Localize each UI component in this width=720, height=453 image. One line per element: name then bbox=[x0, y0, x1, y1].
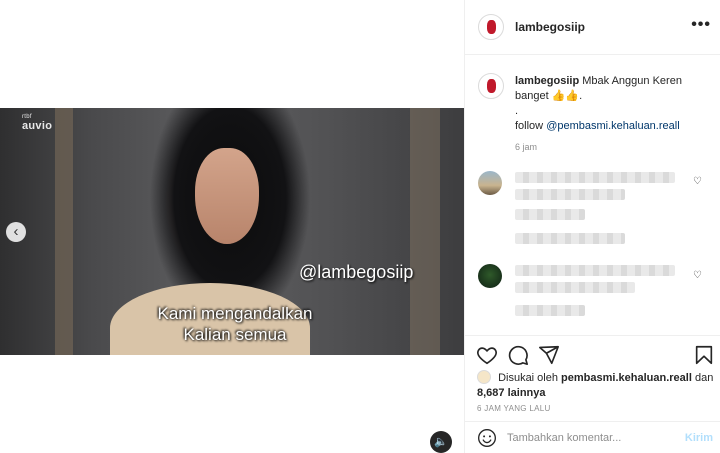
video-watermark: @lambegosiip bbox=[299, 262, 414, 282]
video-subtitle: Kami mengandalkan Kalian semua bbox=[157, 304, 313, 344]
likes-summary: Disukai oleh pembasmi.kehaluan.reall dan… bbox=[477, 370, 714, 399]
comment-icon[interactable] bbox=[507, 344, 529, 366]
video-player[interactable]: rtbf auvio @lambegosiip Kami mengandalka… bbox=[0, 108, 464, 355]
mention-link[interactable]: @pembasmi.kehaluan.reall bbox=[546, 120, 679, 132]
channel-logo: rtbf auvio bbox=[22, 114, 53, 132]
previous-slide-button[interactable]: ‹ bbox=[6, 222, 26, 242]
comment-like-icon[interactable]: ♡ bbox=[693, 270, 702, 281]
caption-text: lambegosiip Mbak Anggun Keren banget 👍👍.… bbox=[515, 75, 682, 132]
sound-toggle-button[interactable]: 🔈 bbox=[430, 431, 452, 453]
comment-input[interactable] bbox=[507, 429, 667, 447]
chevron-left-icon: ‹ bbox=[13, 223, 19, 240]
share-icon[interactable] bbox=[538, 344, 560, 366]
post-timestamp: 6 JAM YANG LALU bbox=[477, 404, 551, 413]
comment-like-icon[interactable]: ♡ bbox=[693, 176, 702, 187]
post-comment-button[interactable]: Kirim bbox=[685, 432, 713, 444]
post-actions: Disukai oleh pembasmi.kehaluan.reall dan… bbox=[465, 335, 720, 453]
bookmark-icon[interactable] bbox=[693, 344, 715, 366]
more-options-button[interactable]: ••• bbox=[691, 16, 711, 34]
caption-avatar[interactable] bbox=[478, 73, 504, 99]
liker-username[interactable]: pembasmi.kehaluan.reall bbox=[561, 372, 692, 384]
caption-time: 6 jam bbox=[515, 142, 538, 152]
likes-count[interactable]: 8,687 lainnya bbox=[477, 387, 546, 399]
liker-avatar[interactable] bbox=[477, 370, 491, 384]
comment-avatar[interactable] bbox=[478, 171, 502, 195]
comment-avatar[interactable] bbox=[478, 264, 502, 288]
avatar[interactable] bbox=[478, 14, 504, 40]
post-username[interactable]: lambegosiip bbox=[515, 20, 585, 34]
more-horizontal-icon: ••• bbox=[691, 16, 711, 33]
blurred-comment-text bbox=[515, 265, 675, 276]
blurred-comment-text bbox=[515, 172, 675, 183]
speaker-icon: 🔈 bbox=[434, 436, 448, 448]
add-comment-box: Kirim bbox=[465, 421, 720, 453]
post-side-panel: lambegosiip ••• lambegosiip Mbak Anggun … bbox=[464, 0, 720, 453]
caption-username[interactable]: lambegosiip bbox=[515, 75, 579, 87]
heart-icon[interactable] bbox=[476, 344, 498, 366]
media-area: rtbf auvio @lambegosiip Kami mengandalka… bbox=[0, 0, 464, 453]
post-header: lambegosiip ••• bbox=[465, 0, 720, 55]
emoji-icon[interactable] bbox=[477, 428, 497, 448]
